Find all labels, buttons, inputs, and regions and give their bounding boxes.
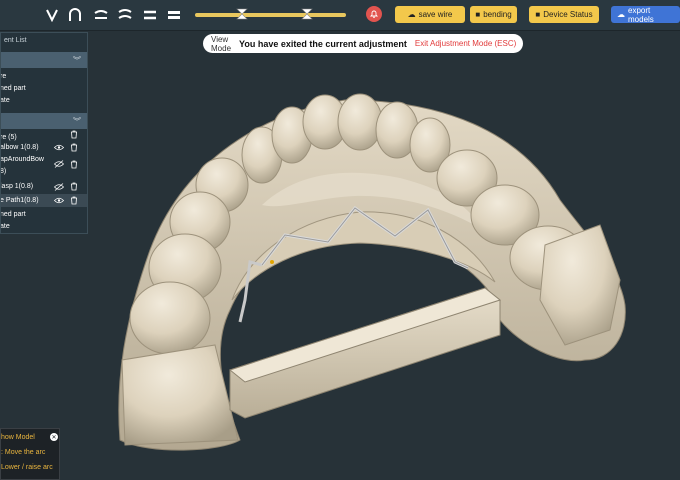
slider-thumb-icon[interactable] <box>235 7 249 21</box>
wire-shape-v-icon[interactable] <box>44 6 60 24</box>
device-icon: ■ <box>535 10 541 19</box>
tip-line: how Model <box>1 434 35 441</box>
view-mode-label: View Mode <box>211 34 232 53</box>
tip-line: : Move the arc <box>1 449 46 456</box>
eye-icon[interactable] <box>54 196 64 206</box>
slider-2[interactable] <box>258 8 346 20</box>
tip-line: Lower / raise arc <box>1 464 53 471</box>
dental-model-viewport[interactable] <box>0 0 680 480</box>
mode-status-bar: View Mode You have exited the current ad… <box>203 34 523 53</box>
cloud-download-icon: ☁ <box>617 10 625 19</box>
bending-icon: ■ <box>475 10 481 19</box>
component-list-panel: ent List ︾ re ned part ate ︾ re (5) albo… <box>0 32 88 234</box>
support-bar <box>228 287 502 419</box>
group-header-1[interactable]: ︾ <box>1 52 87 68</box>
list-item[interactable]: ate <box>1 220 87 233</box>
device-status-label: Device Status <box>543 10 593 19</box>
wire-shape-wave-icon[interactable] <box>92 6 110 24</box>
device-status-button[interactable]: ■ Device Status <box>529 6 599 23</box>
top-toolbar: ☁ save wire ■ bending ■ Device Status ☁ … <box>0 0 680 31</box>
wire-shape-double-wave-icon[interactable] <box>116 6 134 24</box>
trash-icon[interactable] <box>69 129 79 139</box>
list-item[interactable]: 8) <box>1 165 87 178</box>
notification-bell-icon[interactable] <box>366 6 382 22</box>
list-item[interactable]: ate <box>1 94 87 107</box>
exit-adjustment-link[interactable]: Exit Adjustment Mode (ESC) <box>415 39 516 48</box>
slider-thumb-icon[interactable] <box>300 7 314 21</box>
trash-icon[interactable] <box>69 143 79 153</box>
group-header-2[interactable]: ︾ <box>1 113 87 129</box>
bending-label: bending <box>483 10 512 19</box>
chevron-down-icon[interactable]: ︾ <box>73 116 81 127</box>
wire-shape-double-line-icon[interactable] <box>141 6 159 24</box>
eye-icon[interactable] <box>54 143 64 153</box>
eye-slash-icon[interactable] <box>54 182 64 192</box>
chevron-down-icon[interactable]: ︾ <box>73 55 81 66</box>
list-item-selected[interactable]: e Path1(0.8) <box>1 194 87 207</box>
wire-shape-u-icon[interactable] <box>66 6 84 24</box>
cloud-upload-icon: ☁ <box>407 10 416 19</box>
trash-icon[interactable] <box>69 182 79 192</box>
list-item[interactable]: lasp 1(0.8) <box>1 180 87 193</box>
shortcut-tips-panel: how Model ✕ : Move the arc Lower / raise… <box>0 428 60 480</box>
save-wire-label: save wire <box>418 10 453 19</box>
trash-icon[interactable] <box>69 196 79 206</box>
export-models-button[interactable]: ☁ export models <box>611 5 680 24</box>
panel-title: ent List <box>4 37 27 44</box>
wire-shape-bar-icon[interactable] <box>165 6 183 24</box>
adjustment-message: You have exited the current adjustment <box>239 38 407 49</box>
export-models-label: export models <box>628 5 654 24</box>
close-icon[interactable]: ✕ <box>50 433 58 441</box>
bending-button[interactable]: ■ bending <box>470 6 517 23</box>
save-wire-button[interactable]: ☁ save wire <box>395 6 465 23</box>
